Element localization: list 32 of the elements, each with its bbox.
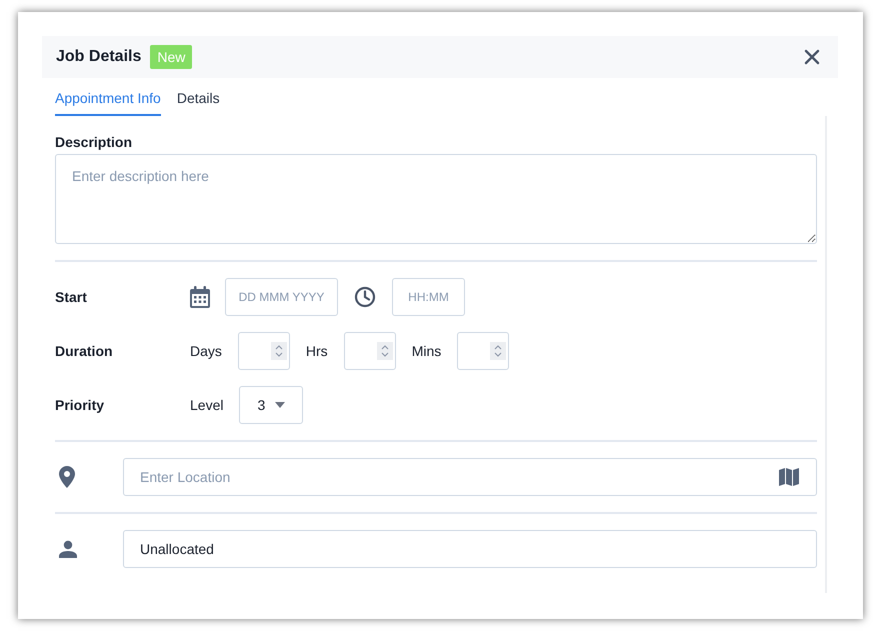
assignee-field[interactable]: Unallocated — [123, 530, 817, 568]
tab[interactable]: Details — [176, 88, 220, 116]
number-field[interactable] — [457, 332, 510, 370]
field-label: Days — [190, 343, 222, 359]
dialog-title: Job Details — [56, 48, 142, 66]
row-label: Priority — [55, 397, 106, 413]
map-icon — [779, 468, 799, 486]
field-label: Level — [190, 397, 224, 413]
date-field[interactable]: DD MMM YYYY — [225, 278, 338, 316]
field-label: Mins — [412, 343, 442, 359]
spinner-arrows-icon — [494, 344, 502, 358]
spinner-arrows-icon — [380, 344, 389, 358]
row-label: Start — [55, 289, 88, 305]
caret-down-icon — [275, 402, 286, 408]
description-field[interactable]: Enter description here — [55, 154, 817, 244]
time-field[interactable]: HH:MM — [392, 278, 465, 316]
field-label: Hrs — [306, 343, 328, 359]
calendar-icon — [190, 286, 210, 308]
number-field[interactable] — [238, 332, 290, 370]
status-badge: New — [150, 45, 192, 69]
level-dropdown[interactable]: 3 — [239, 386, 304, 424]
clock-icon — [354, 286, 376, 308]
spinner-arrows-icon — [274, 344, 283, 358]
tab[interactable]: Appointment Info — [55, 88, 161, 116]
close-button[interactable] — [802, 47, 822, 67]
person-icon — [59, 540, 77, 558]
row-label: Duration — [55, 343, 114, 359]
close-icon — [804, 49, 820, 65]
location-field[interactable]: Enter Location — [123, 458, 817, 496]
field-label: Description — [55, 134, 134, 150]
location-pin-icon — [59, 466, 75, 488]
number-field[interactable] — [344, 332, 396, 370]
